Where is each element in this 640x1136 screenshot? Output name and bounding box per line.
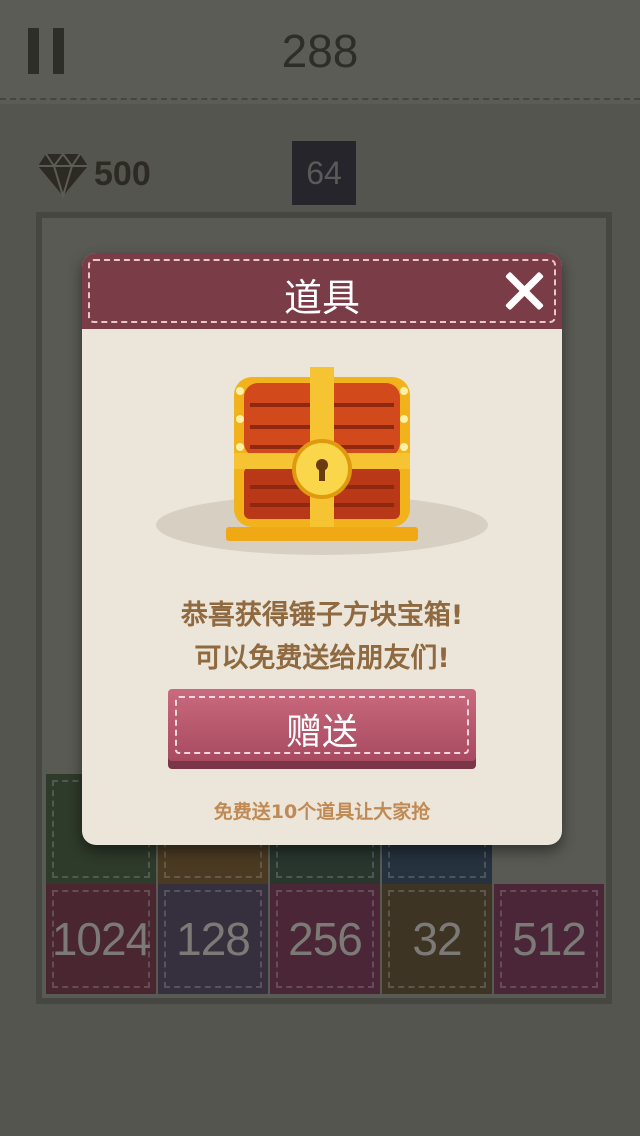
next-tile: 64 (292, 141, 356, 205)
top-bar: 288 (0, 0, 640, 104)
diamond-icon (38, 152, 88, 198)
gem-count: 500 (94, 154, 151, 193)
dialog-header: 道具 (82, 253, 562, 329)
reward-message-line1: 恭喜获得锤子方块宝箱! (180, 600, 464, 631)
reward-message-line2: 可以免费送给朋友们! (194, 643, 450, 674)
board-tile: 512 (494, 884, 604, 994)
dialog-title: 道具 (283, 276, 360, 320)
item-dialog: 道具 恭喜获得锤子方块宝箱! 可以免费送给朋友们! 赠送 免费送10个道具让大家… (82, 253, 562, 845)
gift-button-label: 赠送 (285, 712, 358, 753)
tile-value: 128 (176, 913, 251, 965)
board-tile: 128 (158, 884, 268, 994)
score: 288 (281, 25, 359, 77)
tile-value: 32 (412, 913, 462, 965)
board-tile: 1024 (46, 884, 156, 994)
board-tile: 256 (270, 884, 380, 994)
tile-value: 256 (288, 913, 363, 965)
gem-counter: 500 (36, 146, 151, 202)
close-icon[interactable] (502, 269, 546, 313)
tile-value: 1024 (51, 913, 151, 965)
gift-button[interactable]: 赠送 (168, 689, 476, 769)
tile-value: 512 (512, 913, 587, 965)
header-divider (0, 98, 640, 100)
board-tile: 32 (382, 884, 492, 994)
gift-note: 免费送10个道具让大家抢 (213, 801, 431, 823)
treasure-chest-icon (152, 349, 492, 559)
